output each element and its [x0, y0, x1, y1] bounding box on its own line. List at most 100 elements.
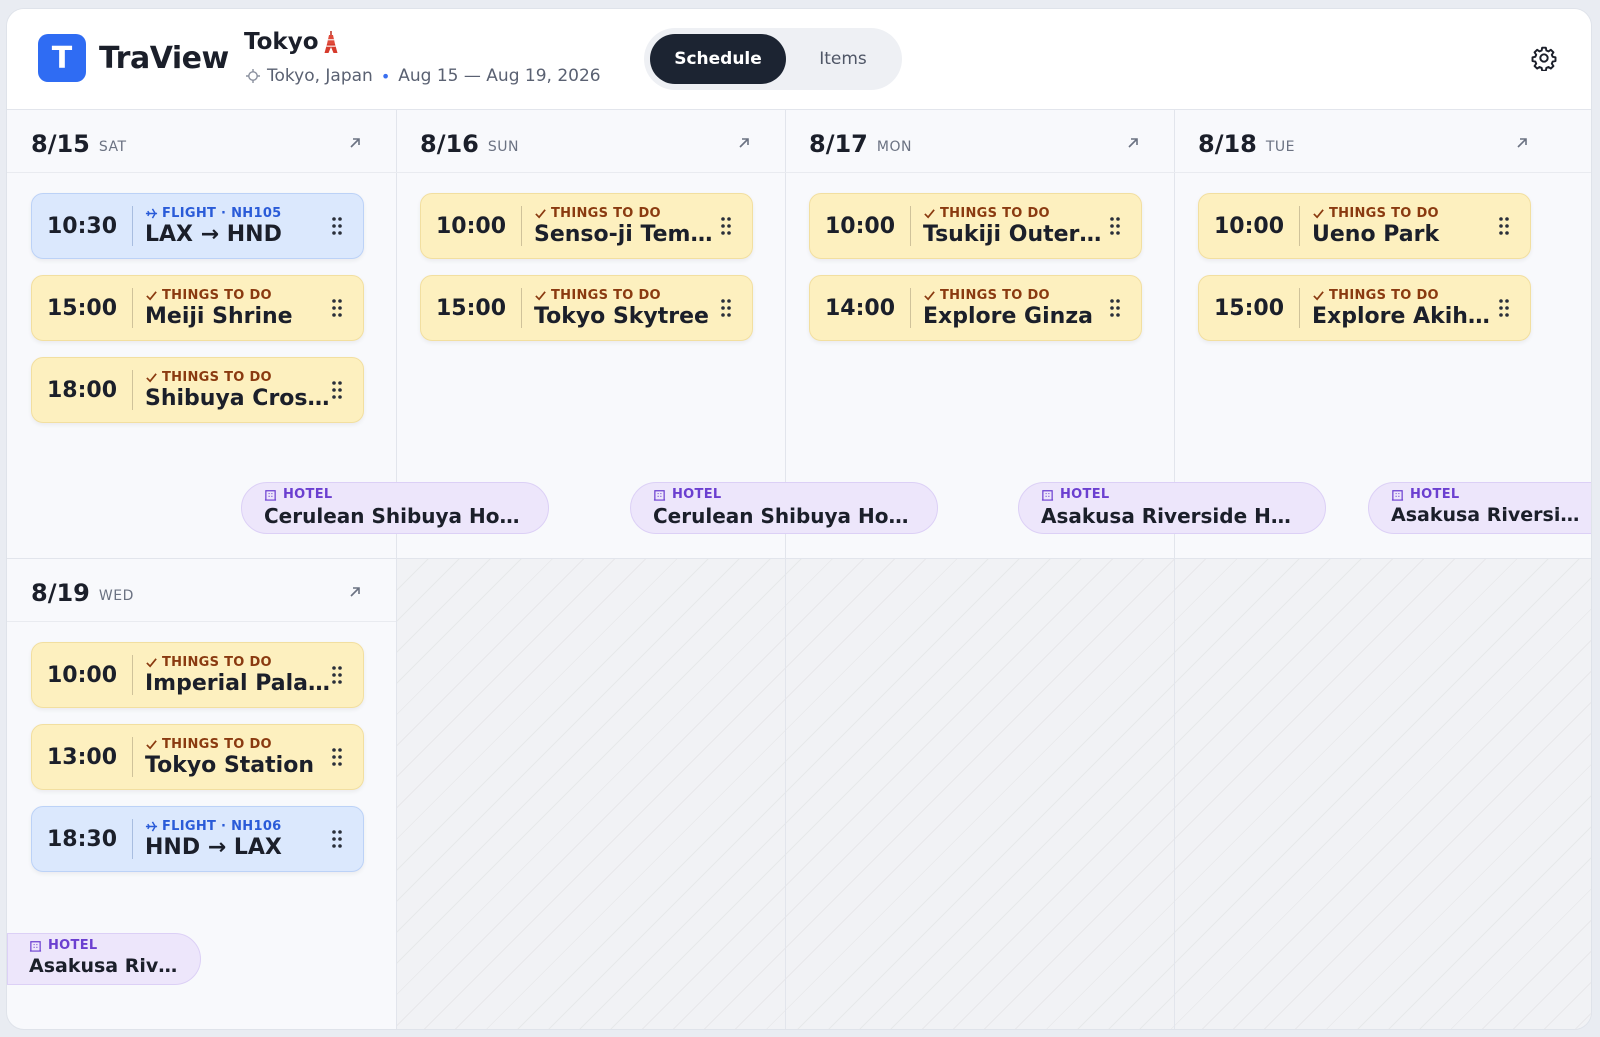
event-card-todo[interactable]: 10:00 THINGS TO DO Imperial Palace	[31, 642, 364, 708]
check-icon	[146, 739, 157, 749]
drag-handle-icon[interactable]	[1109, 216, 1121, 236]
day-of-week: WED	[98, 588, 134, 604]
check-icon	[1313, 208, 1324, 218]
view-switcher: Schedule Items	[644, 28, 902, 90]
check-icon	[535, 290, 546, 300]
trip-title-text: Tokyo	[244, 29, 319, 55]
event-card-todo[interactable]: 18:00 THINGS TO DO Shibuya Crossing	[31, 357, 364, 423]
hotel-kind: HOTEL	[1391, 487, 1584, 502]
day-date: 8/16	[420, 130, 479, 158]
event-card-todo[interactable]: 14:00 THINGS TO DO Explore Ginza	[809, 275, 1142, 341]
event-time: 10:00	[46, 662, 118, 688]
event-title: LAX → HND	[145, 221, 282, 247]
schedule-grid: 8/15 SAT 8/16 SUN 8/17 MON 8/18 TUE 10:3…	[7, 110, 1591, 1029]
expand-arrow-icon[interactable]	[1124, 134, 1142, 152]
drag-handle-icon[interactable]	[1109, 298, 1121, 318]
day-of-week: SUN	[487, 139, 519, 155]
hotel-kind: HOTEL	[29, 938, 190, 953]
hotel-kind-text: HOTEL	[48, 938, 98, 953]
event-kind-text: THINGS TO DO	[1329, 205, 1439, 221]
event-card-todo[interactable]: 15:00 THINGS TO DO Meiji Shrine	[31, 275, 364, 341]
expand-arrow-icon[interactable]	[346, 583, 364, 601]
logo[interactable]: T	[38, 34, 86, 82]
hotel-pill[interactable]: HOTEL Cerulean Shibuya Hotel	[630, 482, 938, 534]
day-of-week: MON	[876, 139, 912, 155]
event-time: 10:00	[435, 213, 507, 239]
app-window: T TraView Tokyo Tokyo, Japan • Aug 15 — …	[6, 8, 1592, 1030]
drag-handle-icon[interactable]	[720, 216, 732, 236]
hotel-pill[interactable]: HOTEL Asakusa Riverside Hotel	[7, 933, 201, 985]
event-title: Explore Ginza	[923, 303, 1093, 329]
plane-icon	[145, 820, 158, 832]
event-card-flight[interactable]: 18:30 FLIGHT · NH106 HND → LAX	[31, 806, 364, 872]
event-title: Ueno Park	[1312, 221, 1440, 247]
event-time: 14:00	[824, 295, 896, 321]
event-kind-text: THINGS TO DO	[162, 369, 272, 385]
tab-schedule[interactable]: Schedule	[650, 34, 786, 84]
event-title: Senso-ji Temple	[534, 221, 720, 247]
hotel-icon	[1391, 490, 1404, 501]
day-header-818: 8/18 TUE	[1198, 110, 1295, 172]
event-card-todo[interactable]: 13:00 THINGS TO DO Tokyo Station	[31, 724, 364, 790]
check-icon	[924, 290, 935, 300]
gear-icon[interactable]	[1531, 45, 1557, 71]
drag-handle-icon[interactable]	[331, 380, 343, 400]
hotel-kind: HOTEL	[1041, 487, 1303, 502]
event-card-todo[interactable]: 10:00 THINGS TO DO Ueno Park	[1198, 193, 1531, 259]
event-kind: THINGS TO DO	[923, 288, 1109, 303]
event-title: Explore Akihabara	[1312, 303, 1498, 329]
drag-handle-icon[interactable]	[331, 298, 343, 318]
expand-arrow-icon[interactable]	[346, 134, 364, 152]
event-card-todo[interactable]: 10:00 THINGS TO DO Tsukiji Outer Market	[809, 193, 1142, 259]
event-time: 13:00	[46, 744, 118, 770]
hotel-pill[interactable]: HOTEL Asakusa Riverside Hotel	[1368, 482, 1591, 534]
event-time: 15:00	[1213, 295, 1285, 321]
hotel-kind-text: HOTEL	[283, 487, 333, 502]
event-time: 15:00	[46, 295, 118, 321]
event-card-todo[interactable]: 10:00 THINGS TO DO Senso-ji Temple	[420, 193, 753, 259]
row-divider	[7, 558, 1591, 559]
event-kind: THINGS TO DO	[1312, 206, 1498, 221]
day-header-817: 8/17 MON	[809, 110, 912, 172]
trip-dates: Aug 15 — Aug 19, 2026	[398, 66, 601, 86]
empty-placeholder-area	[396, 559, 1591, 1029]
day-header-816: 8/16 SUN	[420, 110, 519, 172]
expand-arrow-icon[interactable]	[1513, 134, 1531, 152]
hotel-icon	[29, 941, 42, 952]
location-icon	[246, 69, 260, 83]
drag-handle-icon[interactable]	[331, 829, 343, 849]
drag-handle-icon[interactable]	[1498, 216, 1510, 236]
event-kind-text: THINGS TO DO	[162, 287, 272, 303]
expand-arrow-icon[interactable]	[735, 134, 753, 152]
drag-handle-icon[interactable]	[331, 665, 343, 685]
drag-handle-icon[interactable]	[331, 216, 343, 236]
check-icon	[924, 208, 935, 218]
hotel-kind-text: HOTEL	[1410, 487, 1460, 502]
event-card-todo[interactable]: 15:00 THINGS TO DO Tokyo Skytree	[420, 275, 753, 341]
event-title: Tokyo Station	[145, 752, 314, 778]
drag-handle-icon[interactable]	[720, 298, 732, 318]
hotel-pill[interactable]: HOTEL Cerulean Shibuya Hotel	[241, 482, 549, 534]
event-time: 10:00	[1213, 213, 1285, 239]
hotel-pill[interactable]: HOTEL Asakusa Riverside Hotel	[1018, 482, 1326, 534]
event-title: Meiji Shrine	[145, 303, 293, 329]
event-time: 10:30	[46, 213, 118, 239]
tab-items[interactable]: Items	[789, 34, 897, 84]
event-title: Shibuya Crossing	[145, 385, 331, 411]
hotel-icon	[264, 490, 277, 501]
trip-title: Tokyo	[244, 29, 339, 55]
event-kind: THINGS TO DO	[534, 288, 720, 303]
event-title: Tsukiji Outer Market	[923, 221, 1109, 247]
hotel-name: Asakusa Riverside Hotel	[29, 955, 190, 977]
drag-handle-icon[interactable]	[1498, 298, 1510, 318]
event-kind-text: THINGS TO DO	[162, 736, 272, 752]
drag-handle-icon[interactable]	[331, 747, 343, 767]
hotel-kind-text: HOTEL	[1060, 487, 1110, 502]
separator-dot: •	[380, 66, 391, 86]
event-card-todo[interactable]: 15:00 THINGS TO DO Explore Akihabara	[1198, 275, 1531, 341]
hotel-icon	[1041, 490, 1054, 501]
trip-location: Tokyo, Japan	[267, 66, 373, 86]
event-kind-text: THINGS TO DO	[162, 654, 272, 670]
event-card-flight[interactable]: 10:30 FLIGHT · NH105 LAX → HND	[31, 193, 364, 259]
hotel-name: Asakusa Riverside Hotel	[1041, 504, 1303, 528]
